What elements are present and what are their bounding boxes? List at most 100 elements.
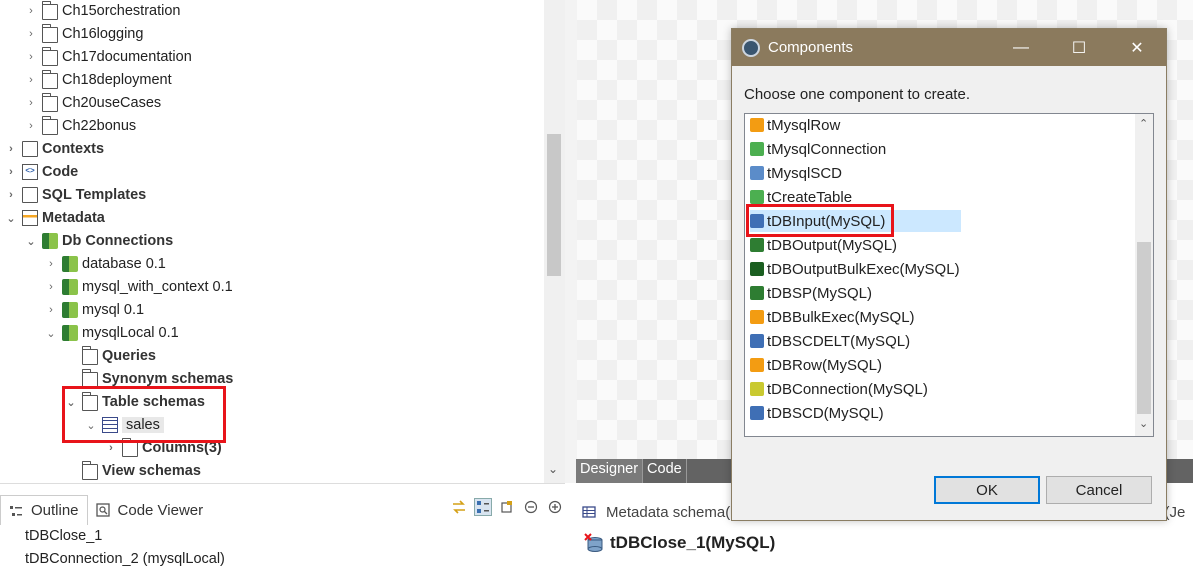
ok-button[interactable]: OK	[934, 476, 1040, 504]
component-list[interactable]: tMysqlRow tMysqlConnection tMysqlSCD tCreat…	[744, 113, 1154, 437]
scroll-down-icon[interactable]: ⌄	[1139, 417, 1148, 430]
chevron-right-icon[interactable]: ›	[24, 51, 38, 63]
expand-icon[interactable]	[546, 498, 564, 516]
tree-item-columns[interactable]: › Columns(3)	[104, 437, 222, 459]
table-icon	[582, 505, 596, 519]
chevron-right-icon[interactable]: ›	[24, 120, 38, 132]
chevron-down-icon[interactable]: ⌄	[64, 396, 78, 409]
tree-item-metadata[interactable]: ⌄ Metadata	[4, 207, 105, 229]
component-label: tDBConnection(MySQL)	[767, 380, 928, 398]
component-list-item[interactable]: tCreateTable	[750, 186, 852, 208]
tree-item-ch18deployment[interactable]: › Ch18deployment	[24, 69, 172, 91]
chevron-right-icon[interactable]: ›	[24, 5, 38, 17]
component-list-item[interactable]: tDBOutput(MySQL)	[750, 234, 897, 256]
component-icon	[750, 286, 764, 300]
tree-item-ch17documentation[interactable]: › Ch17documentation	[24, 46, 192, 68]
component-list-item[interactable]: tDBSP(MySQL)	[750, 282, 872, 304]
tree-item-sql-templates[interactable]: › SQL Templates	[4, 184, 146, 206]
chevron-right-icon[interactable]: ›	[24, 74, 38, 86]
component-list-item[interactable]: tDBConnection(MySQL)	[750, 378, 928, 400]
chevron-right-icon[interactable]: ›	[44, 281, 58, 293]
component-list-item[interactable]: tMysqlRow	[750, 114, 840, 136]
component-label: tCreateTable	[767, 188, 853, 206]
component-icon	[750, 334, 764, 348]
outline-item[interactable]: tDBClose_1	[25, 528, 102, 544]
component-icon	[750, 382, 764, 396]
tree-item-code[interactable]: › <> Code	[4, 161, 78, 183]
tree-item-synonym-schemas[interactable]: Synonym schemas	[64, 368, 233, 390]
component-list-item[interactable]: tDBOutputBulkExec(MySQL)	[750, 258, 960, 280]
component-list-item[interactable]: tDBInput(MySQL)	[750, 210, 961, 232]
chevron-right-icon[interactable]: ›	[104, 442, 118, 454]
close-button[interactable]: ✕	[1108, 38, 1166, 58]
tree-item-label: Synonym schemas	[102, 371, 234, 387]
component-list-item[interactable]: tDBSCD(MySQL)	[750, 402, 884, 424]
tab-code-viewer[interactable]: Code Viewer	[88, 495, 212, 525]
tree-item-ch15orchestration[interactable]: › Ch15orchestration	[24, 0, 181, 22]
chevron-right-icon[interactable]: ›	[4, 189, 18, 201]
tree-item-sales[interactable]: ⌄ sales	[84, 414, 164, 436]
chevron-down-icon[interactable]: ⌄	[4, 212, 18, 225]
tree-item-mysql-with-context[interactable]: › mysql_with_context 0.1	[44, 276, 233, 298]
tree-item-ch20usecases[interactable]: › Ch20useCases	[24, 92, 161, 114]
tab-metadata-schema[interactable]: Metadata schema(	[576, 498, 730, 526]
folder-icon	[81, 346, 98, 365]
tree-item-ch22bonus[interactable]: › Ch22bonus	[24, 115, 136, 137]
tree-item-label: mysqlLocal 0.1	[82, 325, 179, 341]
component-list-item[interactable]: tMysqlConnection	[750, 138, 886, 160]
scroll-up-icon[interactable]: ⌃	[1139, 117, 1148, 130]
component-list-item[interactable]: tDBBulkExec(MySQL)	[750, 306, 915, 328]
component-label: tDBBulkExec(MySQL)	[767, 308, 915, 326]
component-list-item[interactable]: tDBSCDELT(MySQL)	[750, 330, 910, 352]
tab-outline[interactable]: Outline	[0, 495, 88, 525]
chevron-right-icon[interactable]: ›	[4, 143, 18, 155]
db-connection-icon	[62, 302, 78, 318]
sync-icon[interactable]	[450, 498, 468, 516]
component-list-item[interactable]: tDBRow(MySQL)	[750, 354, 882, 376]
tree-item-table-schemas[interactable]: ⌄ Table schemas	[64, 391, 205, 413]
db-connection-icon	[62, 256, 78, 272]
tree-item-ch16logging[interactable]: › Ch16logging	[24, 23, 143, 45]
tree-item-contexts[interactable]: › Contexts	[4, 138, 104, 160]
chevron-right-icon[interactable]: ›	[4, 166, 18, 178]
chevron-right-icon[interactable]: ›	[44, 304, 58, 316]
component-icon	[750, 118, 764, 132]
components-dialog: Components — ☐ ✕ Choose one component to…	[731, 28, 1167, 521]
chevron-down-icon[interactable]: ⌄	[44, 327, 58, 340]
tree-item-mysqllocal[interactable]: ⌄ mysqlLocal 0.1	[44, 322, 179, 344]
scroll-down-icon[interactable]: ⌄	[548, 462, 558, 476]
component-icon	[750, 190, 764, 204]
tree-item-queries[interactable]: Queries	[64, 345, 156, 367]
tree-item-label: Metadata	[42, 210, 105, 226]
repository-tree[interactable]: › Ch15orchestration › Ch16logging › Ch17doc…	[0, 0, 565, 483]
maximize-button[interactable]: ☐	[1050, 38, 1108, 58]
chevron-right-icon[interactable]: ›	[24, 97, 38, 109]
tab-code[interactable]: Code	[643, 459, 687, 483]
tree-item-db-connections[interactable]: ⌄ Db Connections	[24, 230, 173, 252]
tree-scrollbar[interactable]: ⌄	[544, 0, 565, 483]
collapse-icon[interactable]	[522, 498, 540, 516]
folder-icon	[41, 1, 58, 20]
dialog-titlebar[interactable]: Components — ☐ ✕	[732, 29, 1166, 66]
component-list-item[interactable]: tMysqlSCD	[750, 162, 842, 184]
minimize-button[interactable]: —	[992, 39, 1050, 57]
tree-item-view-schemas[interactable]: View schemas	[64, 460, 201, 482]
tree-item-mysql[interactable]: › mysql 0.1	[44, 299, 144, 321]
list-scrollbar[interactable]: ⌃ ⌄	[1135, 114, 1153, 436]
scrollbar-thumb[interactable]	[547, 134, 561, 276]
folder-icon	[121, 438, 138, 457]
chevron-right-icon[interactable]: ›	[44, 258, 58, 270]
chevron-right-icon[interactable]: ›	[24, 28, 38, 40]
scrollbar-thumb[interactable]	[1137, 242, 1151, 414]
filter-icon[interactable]	[498, 498, 516, 516]
folder-icon	[81, 461, 98, 480]
folder-icon	[81, 369, 98, 388]
tree-item-database[interactable]: › database 0.1	[44, 253, 166, 275]
cancel-button[interactable]: Cancel	[1046, 476, 1152, 504]
db-connection-icon	[62, 325, 78, 341]
chevron-down-icon[interactable]: ⌄	[24, 235, 38, 248]
component-label: tMysqlRow	[767, 116, 841, 134]
tree-view-icon[interactable]	[474, 498, 492, 516]
tab-designer[interactable]: Designer	[576, 459, 644, 483]
chevron-down-icon[interactable]: ⌄	[84, 419, 98, 432]
